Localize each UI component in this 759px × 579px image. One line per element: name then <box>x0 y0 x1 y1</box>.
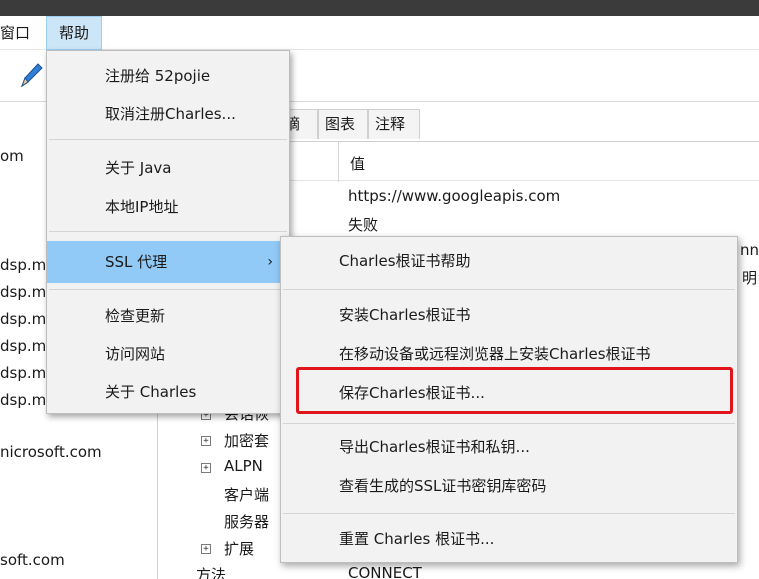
expand-icon[interactable]: + <box>201 463 211 473</box>
tab-notes[interactable]: 注释 <box>368 109 420 139</box>
tree-item[interactable]: 扩展 <box>224 538 254 559</box>
list-item[interactable]: om <box>0 147 24 165</box>
menu-item-about-java[interactable]: 关于 Java <box>47 149 289 187</box>
menu-item-install-root-cert[interactable]: 安装Charles根证书 <box>281 295 737 335</box>
menu-help[interactable]: 帮助 <box>46 16 102 50</box>
menu-item-visit-website[interactable]: 访问网站 <box>47 335 289 373</box>
menu-item-reset-root-cert[interactable]: 重置 Charles 根证书... <box>281 519 737 559</box>
expand-icon[interactable]: + <box>201 544 211 554</box>
chevron-right-icon: › <box>267 254 273 270</box>
menu-item-register[interactable]: 注册给 52pojie <box>47 57 289 95</box>
menu-item-root-cert-help[interactable]: Charles根证书帮助 <box>281 241 737 281</box>
menu-item-export-cert-key[interactable]: 导出Charles根证书和私钥... <box>281 427 737 467</box>
tree-item[interactable]: 客户端 <box>224 484 269 505</box>
menu-separator <box>49 139 287 140</box>
menu-item-about-charles[interactable]: 关于 Charles <box>47 373 289 411</box>
menu-item-unregister[interactable]: 取消注册Charles... <box>47 95 289 133</box>
list-item[interactable]: dsp.m <box>0 310 46 328</box>
tree-item[interactable]: 方法 <box>196 564 226 579</box>
menu-separator <box>49 231 287 232</box>
menubar: 窗口 帮助 <box>0 16 759 50</box>
highlight-annotation-box <box>296 367 733 414</box>
tree-item[interactable]: 服务器 <box>224 511 269 532</box>
list-item[interactable]: dsp.m <box>0 337 46 355</box>
value-cell: 失败 <box>348 216 379 234</box>
list-item[interactable]: soft.com <box>0 551 65 569</box>
tree-item[interactable]: 加密套 <box>224 430 269 451</box>
menu-window[interactable]: 窗口 <box>0 16 46 50</box>
menu-separator <box>283 513 735 514</box>
list-item[interactable]: dsp.m <box>0 256 46 274</box>
menu-item-check-updates[interactable]: 检查更新 <box>47 297 289 335</box>
menu-item-local-ip[interactable]: 本地IP地址 <box>47 188 289 226</box>
tab-chart[interactable]: 图表 <box>318 109 368 139</box>
menu-separator <box>49 289 287 290</box>
value-cell: https://www.googleapis.com <box>348 187 561 205</box>
value-column-header: 值 <box>350 155 366 173</box>
list-item[interactable]: dsp.m <box>0 391 46 409</box>
list-item[interactable]: dsp.m <box>0 364 46 382</box>
pen-icon[interactable] <box>16 60 46 90</box>
column-divider[interactable] <box>338 142 339 182</box>
menu-separator <box>283 289 735 290</box>
value-cell: CONNECT <box>348 564 422 579</box>
menu-item-label: SSL 代理 <box>105 253 168 271</box>
help-menu: 注册给 52pojie 取消注册Charles... 关于 Java 本地IP地… <box>46 50 290 414</box>
window-titlebar <box>0 0 759 16</box>
tree-item[interactable]: ALPN <box>224 457 263 475</box>
expand-icon[interactable]: + <box>201 436 211 446</box>
list-item[interactable]: nicrosoft.com <box>0 443 102 461</box>
menu-item-keystore-password[interactable]: 查看生成的SSL证书密钥库密码 <box>281 466 737 506</box>
menu-item-ssl-proxy[interactable]: SSL 代理 › <box>47 241 289 283</box>
value-cell-clipped: 明 <box>742 269 758 287</box>
value-cell-clipped: nne <box>740 241 759 259</box>
list-item[interactable]: dsp.m <box>0 283 46 301</box>
menu-separator <box>283 423 735 424</box>
